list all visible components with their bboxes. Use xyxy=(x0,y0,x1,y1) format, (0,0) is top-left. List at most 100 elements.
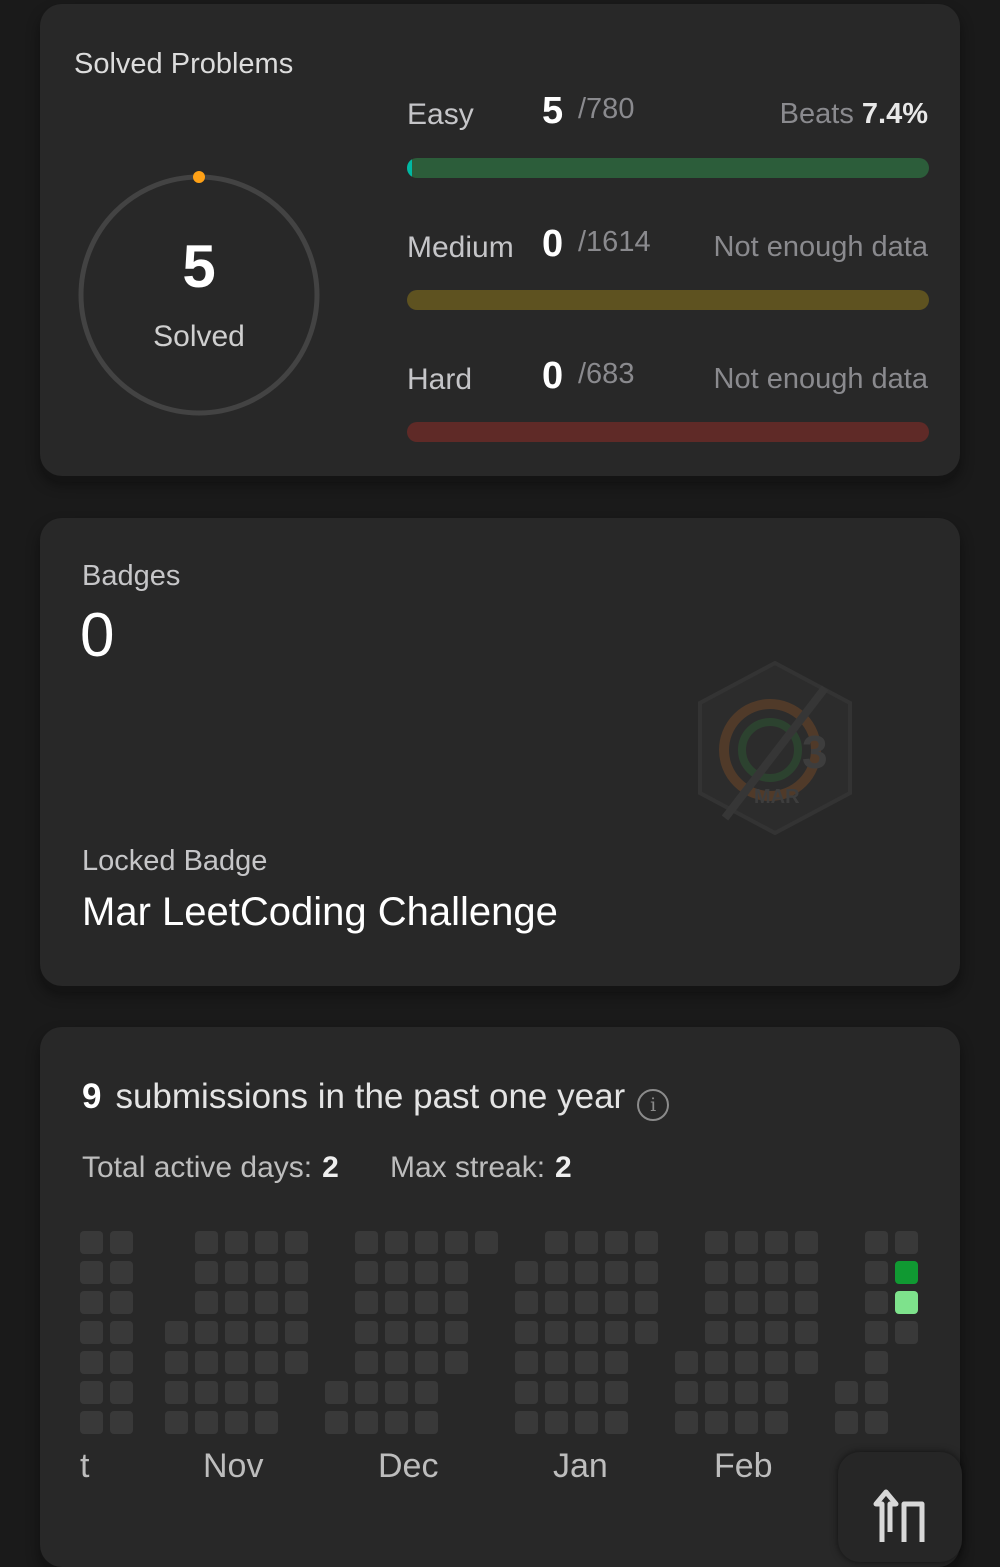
heatmap-cell[interactable] xyxy=(445,1261,468,1284)
heatmap-cell[interactable] xyxy=(575,1411,598,1434)
heatmap-cell[interactable] xyxy=(285,1321,308,1344)
heatmap-cell[interactable] xyxy=(765,1381,788,1404)
heatmap-cell[interactable] xyxy=(515,1411,538,1434)
heatmap-cell[interactable] xyxy=(795,1291,818,1314)
heatmap-cell[interactable] xyxy=(895,1261,918,1284)
heatmap-cell[interactable] xyxy=(355,1231,378,1254)
heatmap-cell[interactable] xyxy=(355,1321,378,1344)
heatmap-cell[interactable] xyxy=(195,1261,218,1284)
heatmap-cell[interactable] xyxy=(415,1381,438,1404)
heatmap-cell[interactable] xyxy=(575,1381,598,1404)
heatmap-cell[interactable] xyxy=(865,1351,888,1374)
heatmap-cell[interactable] xyxy=(415,1231,438,1254)
heatmap-cell[interactable] xyxy=(385,1321,408,1344)
heatmap-cell[interactable] xyxy=(635,1261,658,1284)
heatmap-cell[interactable] xyxy=(675,1351,698,1374)
heatmap-cell[interactable] xyxy=(325,1381,348,1404)
heatmap-cell[interactable] xyxy=(795,1261,818,1284)
heatmap-cell[interactable] xyxy=(80,1231,103,1254)
heatmap-cell[interactable] xyxy=(445,1351,468,1374)
heatmap-cell[interactable] xyxy=(605,1321,628,1344)
heatmap-cell[interactable] xyxy=(165,1411,188,1434)
heatmap-cell[interactable] xyxy=(795,1321,818,1344)
heatmap-cell[interactable] xyxy=(110,1411,133,1434)
heatmap-cell[interactable] xyxy=(325,1411,348,1434)
heatmap-cell[interactable] xyxy=(515,1291,538,1314)
heatmap-cell[interactable] xyxy=(865,1291,888,1314)
heatmap-cell[interactable] xyxy=(255,1261,278,1284)
heatmap-cell[interactable] xyxy=(110,1261,133,1284)
heatmap-cell[interactable] xyxy=(80,1291,103,1314)
locked-badge-name[interactable]: Mar LeetCoding Challenge xyxy=(82,890,558,935)
heatmap-cell[interactable] xyxy=(355,1411,378,1434)
heatmap-cell[interactable] xyxy=(835,1411,858,1434)
heatmap-cell[interactable] xyxy=(865,1231,888,1254)
heatmap-cell[interactable] xyxy=(545,1321,568,1344)
heatmap-cell[interactable] xyxy=(355,1291,378,1314)
heatmap-cell[interactable] xyxy=(515,1351,538,1374)
heatmap-cell[interactable] xyxy=(110,1351,133,1374)
heatmap-cell[interactable] xyxy=(225,1381,248,1404)
share-button[interactable] xyxy=(838,1452,962,1562)
heatmap-cell[interactable] xyxy=(385,1231,408,1254)
heatmap-cell[interactable] xyxy=(735,1351,758,1374)
heatmap-cell[interactable] xyxy=(515,1261,538,1284)
heatmap-cell[interactable] xyxy=(575,1321,598,1344)
heatmap-cell[interactable] xyxy=(355,1261,378,1284)
heatmap-cell[interactable] xyxy=(675,1411,698,1434)
heatmap-cell[interactable] xyxy=(110,1321,133,1344)
heatmap-cell[interactable] xyxy=(80,1261,103,1284)
heatmap-cell[interactable] xyxy=(575,1231,598,1254)
heatmap-cell[interactable] xyxy=(225,1231,248,1254)
heatmap-cell[interactable] xyxy=(735,1321,758,1344)
heatmap-cell[interactable] xyxy=(705,1231,728,1254)
heatmap-cell[interactable] xyxy=(765,1321,788,1344)
heatmap-cell[interactable] xyxy=(575,1351,598,1374)
heatmap-cell[interactable] xyxy=(255,1351,278,1374)
heatmap-cell[interactable] xyxy=(795,1351,818,1374)
heatmap-cell[interactable] xyxy=(605,1381,628,1404)
heatmap-cell[interactable] xyxy=(735,1231,758,1254)
heatmap-cell[interactable] xyxy=(605,1411,628,1434)
heatmap-cell[interactable] xyxy=(385,1381,408,1404)
heatmap-cell[interactable] xyxy=(195,1231,218,1254)
heatmap-cell[interactable] xyxy=(865,1411,888,1434)
heatmap-cell[interactable] xyxy=(165,1321,188,1344)
heatmap-cell[interactable] xyxy=(195,1351,218,1374)
heatmap-cell[interactable] xyxy=(605,1291,628,1314)
heatmap-cell[interactable] xyxy=(795,1231,818,1254)
heatmap-cell[interactable] xyxy=(255,1381,278,1404)
heatmap-cell[interactable] xyxy=(80,1411,103,1434)
heatmap-cell[interactable] xyxy=(765,1411,788,1434)
heatmap-cell[interactable] xyxy=(195,1291,218,1314)
heatmap-cell[interactable] xyxy=(545,1231,568,1254)
heatmap-cell[interactable] xyxy=(605,1231,628,1254)
heatmap-cell[interactable] xyxy=(110,1231,133,1254)
heatmap-cell[interactable] xyxy=(705,1261,728,1284)
heatmap-cell[interactable] xyxy=(545,1381,568,1404)
heatmap-cell[interactable] xyxy=(285,1261,308,1284)
heatmap-cell[interactable] xyxy=(865,1321,888,1344)
info-icon[interactable]: i xyxy=(637,1089,670,1121)
heatmap-cell[interactable] xyxy=(225,1351,248,1374)
heatmap-cell[interactable] xyxy=(735,1411,758,1434)
heatmap-cell[interactable] xyxy=(765,1291,788,1314)
heatmap-cell[interactable] xyxy=(225,1261,248,1284)
heatmap-cell[interactable] xyxy=(415,1291,438,1314)
heatmap-cell[interactable] xyxy=(545,1411,568,1434)
heatmap-cell[interactable] xyxy=(225,1291,248,1314)
heatmap-cell[interactable] xyxy=(575,1291,598,1314)
heatmap-cell[interactable] xyxy=(195,1321,218,1344)
heatmap-cell[interactable] xyxy=(545,1351,568,1374)
heatmap-cell[interactable] xyxy=(255,1291,278,1314)
heatmap-cell[interactable] xyxy=(515,1381,538,1404)
heatmap-cell[interactable] xyxy=(285,1231,308,1254)
heatmap-cell[interactable] xyxy=(385,1291,408,1314)
heatmap-cell[interactable] xyxy=(225,1411,248,1434)
heatmap-cell[interactable] xyxy=(385,1261,408,1284)
heatmap-cell[interactable] xyxy=(355,1381,378,1404)
heatmap-cell[interactable] xyxy=(195,1411,218,1434)
heatmap-cell[interactable] xyxy=(195,1381,218,1404)
heatmap-cell[interactable] xyxy=(385,1411,408,1434)
heatmap-cell[interactable] xyxy=(225,1321,248,1344)
